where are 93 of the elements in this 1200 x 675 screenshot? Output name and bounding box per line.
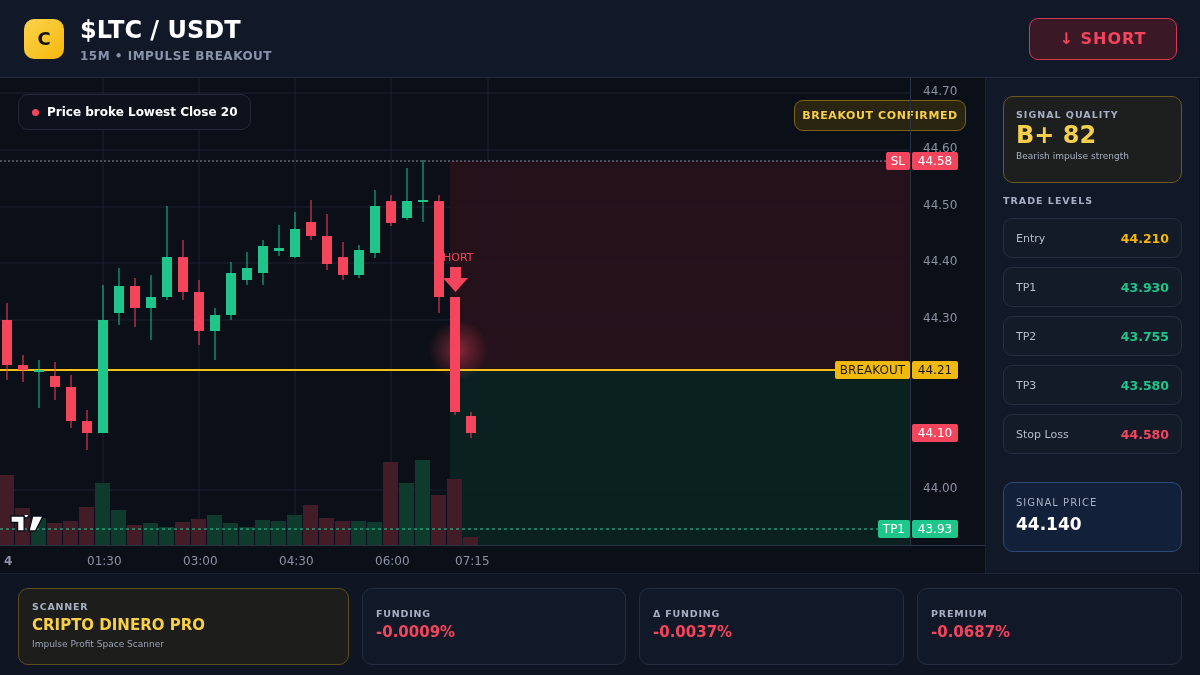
candle	[354, 244, 364, 279]
candle	[242, 251, 252, 286]
price-tick: 44.50	[923, 198, 958, 212]
card-label: SIGNAL PRICE	[1016, 497, 1099, 508]
price-tag: 43.93	[912, 520, 958, 538]
candle	[34, 359, 44, 409]
volume-bar	[175, 522, 190, 545]
candle	[466, 411, 476, 439]
candle	[66, 374, 76, 429]
stat-value: -0.0037%	[653, 623, 734, 641]
price-tag: 44.21	[912, 361, 958, 379]
candle	[306, 199, 316, 241]
stat-label: SCANNER	[32, 601, 90, 612]
card-label: SIGNAL QUALITY	[1016, 109, 1120, 120]
volume-bar	[207, 515, 222, 545]
time-tick: 01:30	[87, 554, 122, 568]
time-tick: 07:15	[455, 554, 490, 568]
candle	[82, 409, 92, 451]
price-tag: 44.10	[912, 424, 958, 442]
candle	[258, 239, 268, 286]
volume-bar	[191, 519, 206, 545]
quality-grade: B+ 82	[1016, 121, 1098, 149]
stat-label: FUNDING	[376, 608, 432, 619]
volume-bar	[255, 520, 270, 545]
alert-text: Price broke Lowest Close 20	[47, 105, 238, 119]
candle	[274, 224, 284, 257]
time-tick: 03:00	[183, 554, 218, 568]
volume-bar	[159, 527, 174, 545]
candle	[50, 361, 60, 401]
pair-title: $LTC / USDT	[80, 16, 242, 44]
candle	[18, 354, 28, 383]
level-value: 44.580	[1120, 426, 1169, 442]
time-tick: 06:00	[375, 554, 410, 568]
candle	[194, 279, 204, 346]
volume-bar	[143, 523, 158, 545]
candle	[290, 211, 300, 259]
arrow-down-icon	[443, 267, 468, 292]
candle	[146, 274, 156, 341]
stat-value: CRIPTO DINERO PRO	[32, 616, 206, 634]
stat-caption: Impulse Profit Space Scanner	[32, 639, 165, 649]
section-title: TRADE LEVELS	[1003, 195, 1095, 206]
volume-bar	[287, 515, 302, 545]
level-name: TP1	[1016, 280, 1037, 294]
logo-icon	[10, 515, 44, 532]
level-name: Entry	[1016, 231, 1046, 245]
level-label: BREAKOUT	[834, 361, 910, 379]
price-tick: 44.60	[923, 141, 958, 155]
level-name: TP2	[1016, 329, 1037, 343]
candle	[386, 194, 396, 227]
candle	[370, 189, 380, 259]
candle	[322, 213, 332, 271]
candle	[130, 277, 140, 328]
candle	[402, 167, 412, 221]
logo-badge: C	[24, 18, 64, 59]
status-badge: BREAKOUT CONFIRMED	[794, 100, 966, 131]
level-value: 44.210	[1120, 230, 1169, 246]
candle	[178, 239, 188, 301]
subtitle: 15M • IMPULSE BREAKOUT	[80, 49, 274, 63]
stat-value: -0.0009%	[376, 623, 457, 641]
stat-label: PREMIUM	[931, 608, 989, 619]
volume-bar	[399, 483, 414, 545]
time-tick: 04:30	[279, 554, 314, 568]
level-name: Stop Loss	[1016, 427, 1069, 441]
candle	[338, 241, 348, 281]
marker-label: HORT	[443, 251, 474, 264]
price-tick: 44.70	[923, 84, 958, 98]
stat-label: Δ FUNDING	[653, 608, 722, 619]
time-tick: 4	[4, 554, 13, 568]
level-label: SL	[885, 152, 910, 170]
signal-price: 44.140	[1016, 514, 1083, 534]
price-tick: 44.40	[923, 254, 958, 268]
price-tick: 44.00	[923, 481, 958, 495]
volume-bar	[271, 521, 286, 545]
candle	[226, 261, 236, 321]
candle	[114, 267, 124, 326]
level-name: TP3	[1016, 378, 1037, 392]
candle	[418, 159, 428, 223]
volume-bar	[239, 527, 254, 545]
volume-bar	[351, 521, 366, 545]
status-dot	[32, 108, 39, 116]
level-value: 43.930	[1120, 279, 1169, 295]
price-tag: 44.58	[912, 152, 958, 170]
price-tick: 44.30	[923, 311, 958, 325]
volume-bar	[223, 523, 238, 545]
short-button[interactable]: ↓ SHORT	[1029, 17, 1177, 60]
candle	[210, 307, 220, 361]
level-value: 43.580	[1120, 377, 1169, 393]
volume-bar	[47, 523, 62, 545]
volume-bar	[335, 521, 350, 545]
stat-value: -0.0687%	[931, 623, 1012, 641]
card-caption: Bearish impulse strength	[1016, 151, 1130, 161]
level-label: TP1	[877, 520, 910, 538]
level-value: 43.755	[1120, 328, 1169, 344]
